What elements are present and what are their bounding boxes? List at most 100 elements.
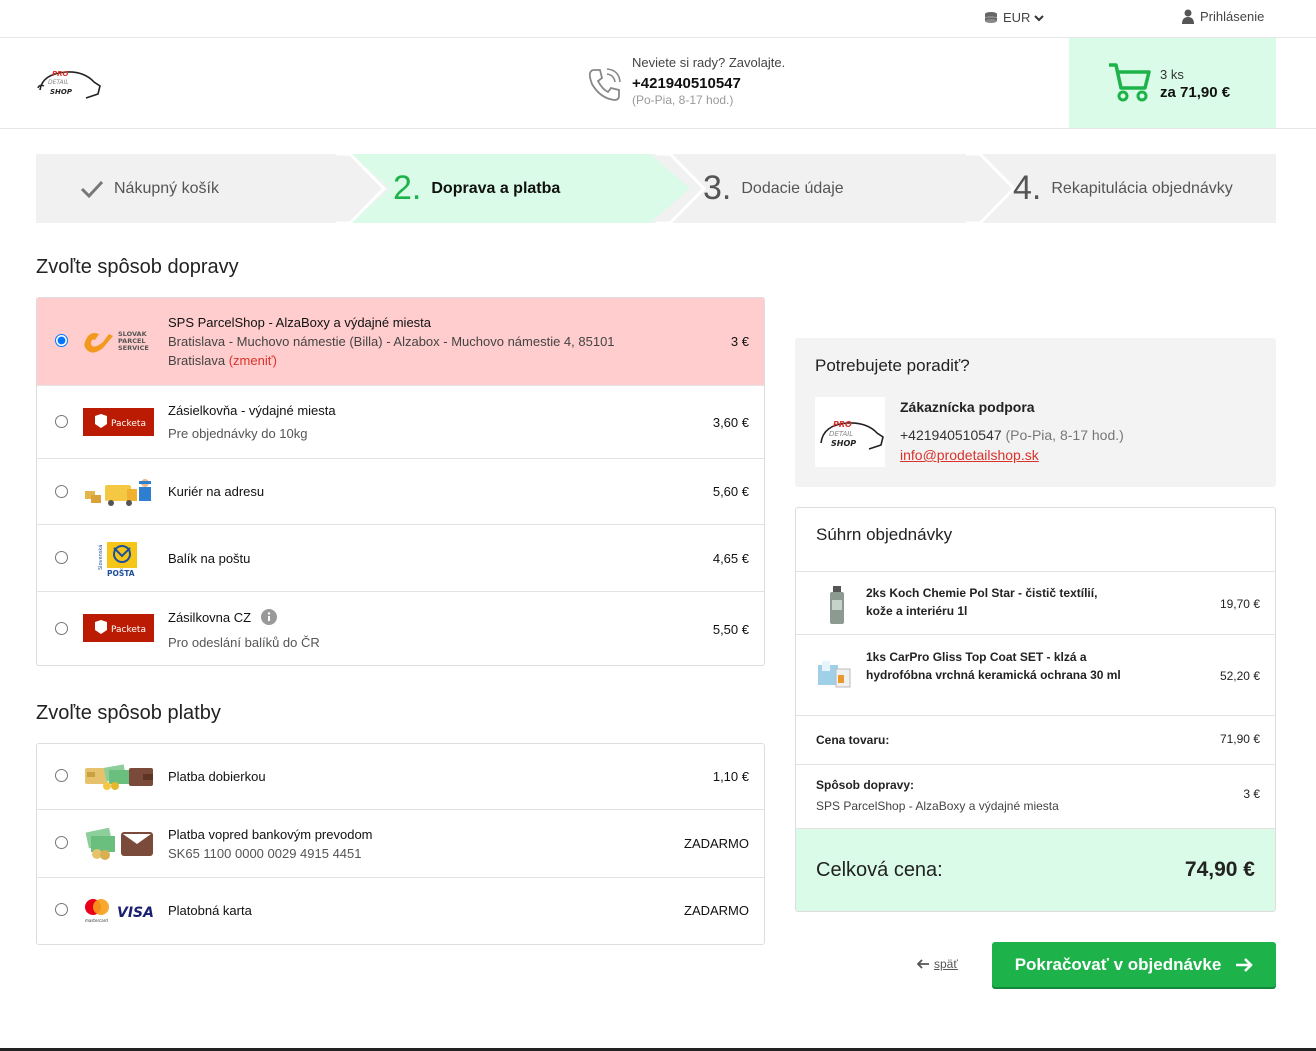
summary-item-price: 19,70 € xyxy=(1219,597,1260,611)
shipping-note: Pre objednávky do 10kg xyxy=(168,426,308,441)
back-link[interactable]: späť xyxy=(916,957,958,971)
step-number: 2. xyxy=(393,169,422,207)
phone-contact: Neviete si rady? Zavolajte. +42194051054… xyxy=(632,55,785,109)
support-phone[interactable]: +421940510547 xyxy=(900,427,1002,443)
packeta-logo: Packeta xyxy=(83,408,154,436)
cart-qty: 3 ks xyxy=(1160,67,1184,82)
shipping-price: 5,50 € xyxy=(712,622,749,637)
payment-price: ZADARMO xyxy=(684,836,749,851)
payment-name: Platba dobierkou xyxy=(168,769,266,784)
continue-button[interactable]: Pokračovať v objednávke xyxy=(992,942,1276,987)
shipping-options: SLOVAK PARCEL SERVICE SPS ParcelShop - A… xyxy=(36,297,765,666)
shipping-option-zasilkovna-cz[interactable]: Packeta Zásilkovna CZ Pro odeslání balík… xyxy=(37,592,764,665)
sps-logo: SLOVAK PARCEL SERVICE xyxy=(84,330,149,353)
payment-radio[interactable] xyxy=(55,769,68,782)
posta-logo: SlovenskáPOŠTA xyxy=(97,542,137,578)
product-thumbnail xyxy=(818,661,851,688)
shipping-price: 3 € xyxy=(730,334,749,349)
shipping-radio[interactable] xyxy=(55,334,68,347)
step-divider xyxy=(336,154,386,223)
shipping-price: 5,60 € xyxy=(712,484,749,499)
user-icon xyxy=(1182,9,1194,24)
shipping-radio[interactable] xyxy=(55,485,68,498)
shipping-address: Bratislava - Muchovo námestie (Billa) - … xyxy=(168,334,615,349)
payment-radio[interactable] xyxy=(55,903,68,916)
shipping-radio[interactable] xyxy=(55,551,68,564)
currency-label: EUR xyxy=(1003,10,1031,25)
step-divider xyxy=(656,154,706,223)
step-delivery-details[interactable]: 3. Dodacie údaje xyxy=(703,154,844,223)
cart-icon xyxy=(1107,62,1151,107)
checkmark-icon xyxy=(80,180,104,198)
summary-item-text[interactable]: 1ks CarPro Gliss Top Coat SET - klzá a h… xyxy=(866,648,1126,684)
shipping-price: 3 € xyxy=(1243,787,1260,801)
shipping-price: 3,60 € xyxy=(712,415,749,430)
phone-number[interactable]: +421940510547 xyxy=(632,74,785,94)
packeta-logo: Packeta xyxy=(83,614,154,642)
total-row: Celková cena: 74,90 € xyxy=(796,828,1275,911)
payment-name: Platba vopred bankovým prevodom xyxy=(168,827,373,842)
payment-option-card[interactable]: mastercard VISA Platobná karta ZADARMO xyxy=(37,878,764,944)
logo-text-detail: DETAIL xyxy=(829,430,853,438)
shipping-name: Zásilkovna CZ xyxy=(168,609,252,625)
summary-item: 2ks Koch Chemie Pol Star - čistič textíl… xyxy=(796,571,1275,635)
summary-item-price: 52,20 € xyxy=(1219,669,1260,683)
summary-title: Súhrn objednávky xyxy=(816,525,953,544)
step-recap[interactable]: 4. Rekapitulácia objednávky xyxy=(1013,154,1233,223)
packeta-logo-text: Packeta xyxy=(111,419,146,429)
support-email[interactable]: info@prodetailshop.sk xyxy=(900,447,1039,463)
summary-item-text[interactable]: 2ks Koch Chemie Pol Star - čistič textíl… xyxy=(866,584,1126,620)
payment-option-bank[interactable]: Platba vopred bankovým prevodom SK65 110… xyxy=(37,810,764,878)
shipping-method: SPS ParcelShop - AlzaBoxy a výdajné mies… xyxy=(816,799,1059,813)
payment-name: Platobná karta xyxy=(168,903,252,918)
support-phone-line: +421940510547 (Po-Pia, 8-17 hod.) xyxy=(900,427,1124,443)
visa-logo-text: VISA xyxy=(117,905,154,921)
goods-label: Cena tovaru: xyxy=(816,733,890,747)
login-link[interactable]: Prihlásenie xyxy=(1182,9,1264,24)
shipping-price: 4,65 € xyxy=(712,551,749,566)
payment-heading: Zvoľte spôsob platby xyxy=(36,702,221,724)
support-name: Zákaznícka podpora xyxy=(900,399,1035,415)
logo-text-detail: DETAIL xyxy=(48,79,69,86)
bank-iban: SK65 1100 0000 0029 4915 4451 xyxy=(168,846,362,861)
sps-logo-text: SERVICE xyxy=(118,344,149,352)
phone-hint: Neviete si rady? Zavolajte. xyxy=(632,55,786,70)
shipping-radio[interactable] xyxy=(55,622,68,635)
posta-logo-text: POŠTA xyxy=(107,569,135,578)
step-cart[interactable]: Nákupný košík xyxy=(80,154,219,223)
shipping-radio[interactable] xyxy=(55,415,68,428)
goods-price: 71,90 € xyxy=(1219,732,1260,746)
mastercard-logo-text: mastercard xyxy=(85,918,108,923)
info-icon[interactable] xyxy=(261,609,278,625)
cash-logo xyxy=(85,764,153,790)
payment-radio[interactable] xyxy=(55,836,68,849)
continue-label: Pokračovať v objednávke xyxy=(1014,954,1222,974)
product-thumbnail xyxy=(830,586,844,624)
change-link[interactable]: (zmeniť) xyxy=(229,353,277,368)
summary-shipping-row: Spôsob dopravy: SPS ParcelShop - AlzaBox… xyxy=(796,764,1275,828)
packeta-logo-text: Packeta xyxy=(111,625,146,635)
city: Bratislava xyxy=(168,353,226,368)
shipping-address-city: Bratislava (zmeniť) xyxy=(168,351,277,370)
payment-price: 1,10 € xyxy=(712,769,749,784)
step-divider xyxy=(966,154,1016,223)
step-shipping-payment[interactable]: 2. Doprava a platba xyxy=(393,154,560,223)
shipping-option-sps[interactable]: SLOVAK PARCEL SERVICE SPS ParcelShop - A… xyxy=(37,298,764,386)
shop-logo[interactable]: PRO DETAIL SHOP xyxy=(36,64,102,105)
coins-icon xyxy=(985,11,997,23)
support-title: Potrebujete poradiť? xyxy=(815,356,970,375)
payment-options: Platba dobierkou 1,10 € Platba vopred ba… xyxy=(36,743,765,945)
shipping-name: SPS ParcelShop - AlzaBoxy a výdajné mies… xyxy=(168,315,432,330)
cart-summary-button[interactable]: 3 ks za 71,90 € xyxy=(1069,38,1276,128)
shipping-option-posta[interactable]: Slovenská POŠTA Balík na poštu 4,65 € xyxy=(37,525,764,592)
support-logo: PRO DETAIL SHOP xyxy=(815,397,885,467)
payment-option-cod[interactable]: Platba dobierkou 1,10 € xyxy=(37,744,764,810)
currency-selector[interactable]: EUR xyxy=(983,10,1045,25)
shipping-option-courier[interactable]: Kuriér na adresu 5,60 € xyxy=(37,459,764,525)
phone-icon xyxy=(586,66,622,107)
phone-hours: (Po-Pia, 8-17 hod.) xyxy=(632,93,734,108)
shipping-option-zasielkovna[interactable]: Packeta Zásielkovňa - výdajné miesta Pre… xyxy=(37,386,764,459)
payment-price: ZADARMO xyxy=(684,903,749,918)
logo-text-shop: SHOP xyxy=(831,439,856,448)
logo-text-shop: SHOP xyxy=(50,88,73,96)
